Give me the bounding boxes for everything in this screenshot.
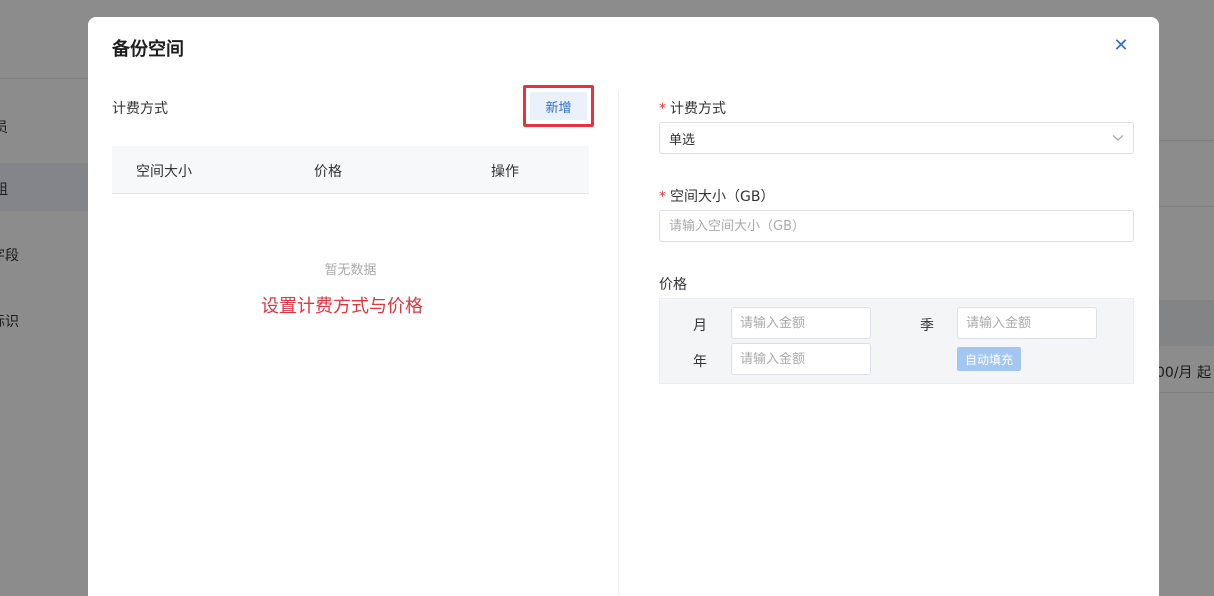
month-price-input[interactable]: [731, 307, 871, 339]
column-header-size: 空间大小: [136, 164, 192, 180]
annotation-text: 设置计费方式与价格: [261, 296, 423, 317]
month-label: 月: [693, 318, 707, 334]
billing-method-label-text: 计费方式: [670, 101, 726, 117]
autofill-button[interactable]: 自动填充: [957, 347, 1021, 371]
billing-section-label: 计费方式: [112, 101, 168, 117]
chevron-down-icon: [1112, 131, 1124, 145]
space-size-input[interactable]: [659, 210, 1134, 242]
required-mark: *: [659, 101, 666, 117]
price-label: 价格: [659, 277, 687, 293]
space-size-label: * 空间大小（GB）: [659, 186, 774, 206]
column-header-action: 操作: [491, 164, 519, 180]
price-box: 月 季 年 自动填充: [659, 298, 1134, 384]
add-button-highlight: 新增: [523, 85, 594, 127]
required-mark: *: [659, 189, 666, 205]
empty-state-text: 暂无数据: [324, 263, 377, 278]
add-button[interactable]: 新增: [530, 92, 587, 120]
column-header-price: 价格: [314, 164, 342, 180]
close-icon[interactable]: ✕: [1112, 37, 1130, 55]
quarter-price-input[interactable]: [957, 307, 1097, 339]
backup-space-modal: 备份空间 ✕ 计费方式 新增 空间大小 价格 操作 暂无数据 设置计费方式与价格…: [88, 17, 1159, 596]
year-label: 年: [693, 354, 707, 370]
quarter-label: 季: [920, 318, 934, 334]
billing-method-label: * 计费方式: [659, 98, 726, 118]
billing-method-value: 单选: [669, 132, 696, 148]
year-price-input[interactable]: [731, 343, 871, 375]
table-header: 空间大小 价格 操作: [112, 146, 589, 194]
space-size-label-text: 空间大小（GB）: [670, 189, 775, 205]
billing-method-select[interactable]: 单选: [659, 122, 1134, 154]
pane-divider: [618, 91, 619, 596]
modal-title: 备份空间: [112, 39, 184, 60]
